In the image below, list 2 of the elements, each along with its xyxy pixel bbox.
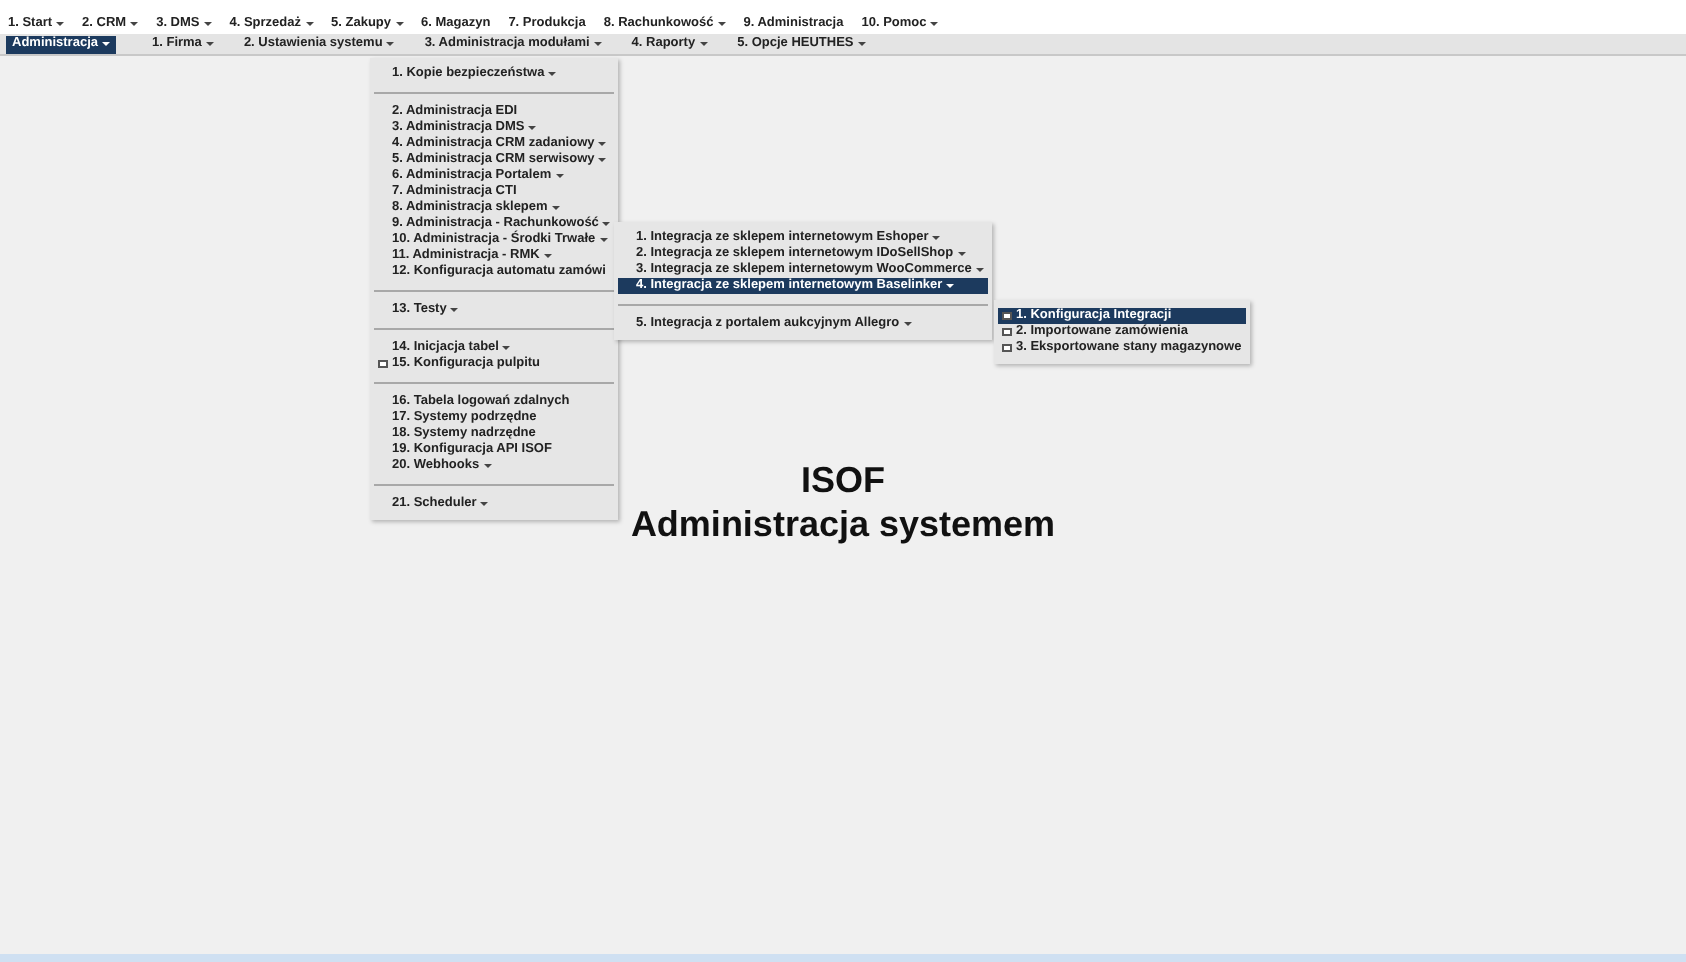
page-subtitle: Administracja systemem bbox=[630, 502, 1056, 546]
page-title: ISOF bbox=[800, 458, 885, 502]
